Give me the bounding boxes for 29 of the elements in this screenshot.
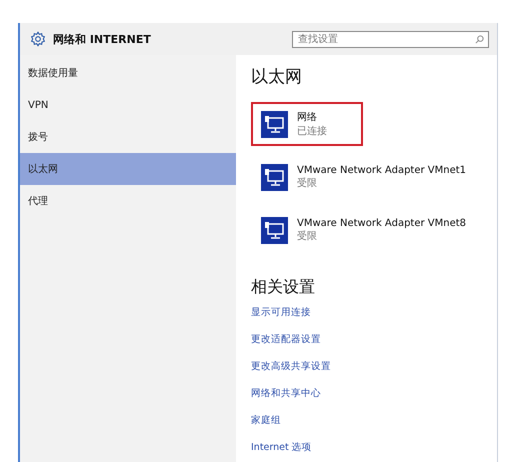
settings-link[interactable]: 家庭组 <box>251 414 497 441</box>
network-name: VMware Network Adapter VMnet8 <box>297 218 466 228</box>
settings-link[interactable]: Internet 选项 <box>251 441 497 462</box>
computer-monitor-icon <box>261 164 288 190</box>
settings-icon <box>30 31 46 47</box>
network-status: 已连接 <box>297 124 327 138</box>
settings-link[interactable]: 更改高级共享设置 <box>251 360 497 387</box>
sidebar-item[interactable]: 以太网 <box>20 153 236 185</box>
settings-link[interactable]: 网络和共享中心 <box>251 387 497 414</box>
network-name: VMware Network Adapter VMnet1 <box>297 164 466 176</box>
sidebar-item[interactable]: VPN <box>20 89 236 121</box>
window-title: 网络和 INTERNET <box>53 32 152 46</box>
settings-link[interactable]: 更改适配器设置 <box>251 333 497 360</box>
section-title: 相关设置 <box>251 277 316 298</box>
network-status: 受限 <box>297 176 318 190</box>
network-name: 网络 <box>297 111 318 124</box>
sidebar-item[interactable]: 拨号 <box>20 121 236 153</box>
computer-monitor-icon <box>261 216 288 244</box>
network-status: 受限 <box>297 230 318 242</box>
network-item[interactable]: VMware Network Adapter VMnet1 受限 <box>251 155 476 199</box>
sidebar-item[interactable]: 数据使用量 <box>20 57 236 89</box>
search-icon <box>475 34 484 44</box>
sidebar-item[interactable]: 代理 <box>20 185 236 217</box>
section-title: 以太网 <box>251 66 303 88</box>
search-field[interactable]: 查找设置 <box>292 30 489 48</box>
network-item[interactable]: VMware Network Adapter VMnet8 受限 <box>251 208 476 252</box>
settings-link[interactable]: 显示可用连接 <box>251 306 497 333</box>
network-item[interactable]: 网络 已连接 <box>251 102 363 146</box>
computer-monitor-icon <box>261 110 288 138</box>
